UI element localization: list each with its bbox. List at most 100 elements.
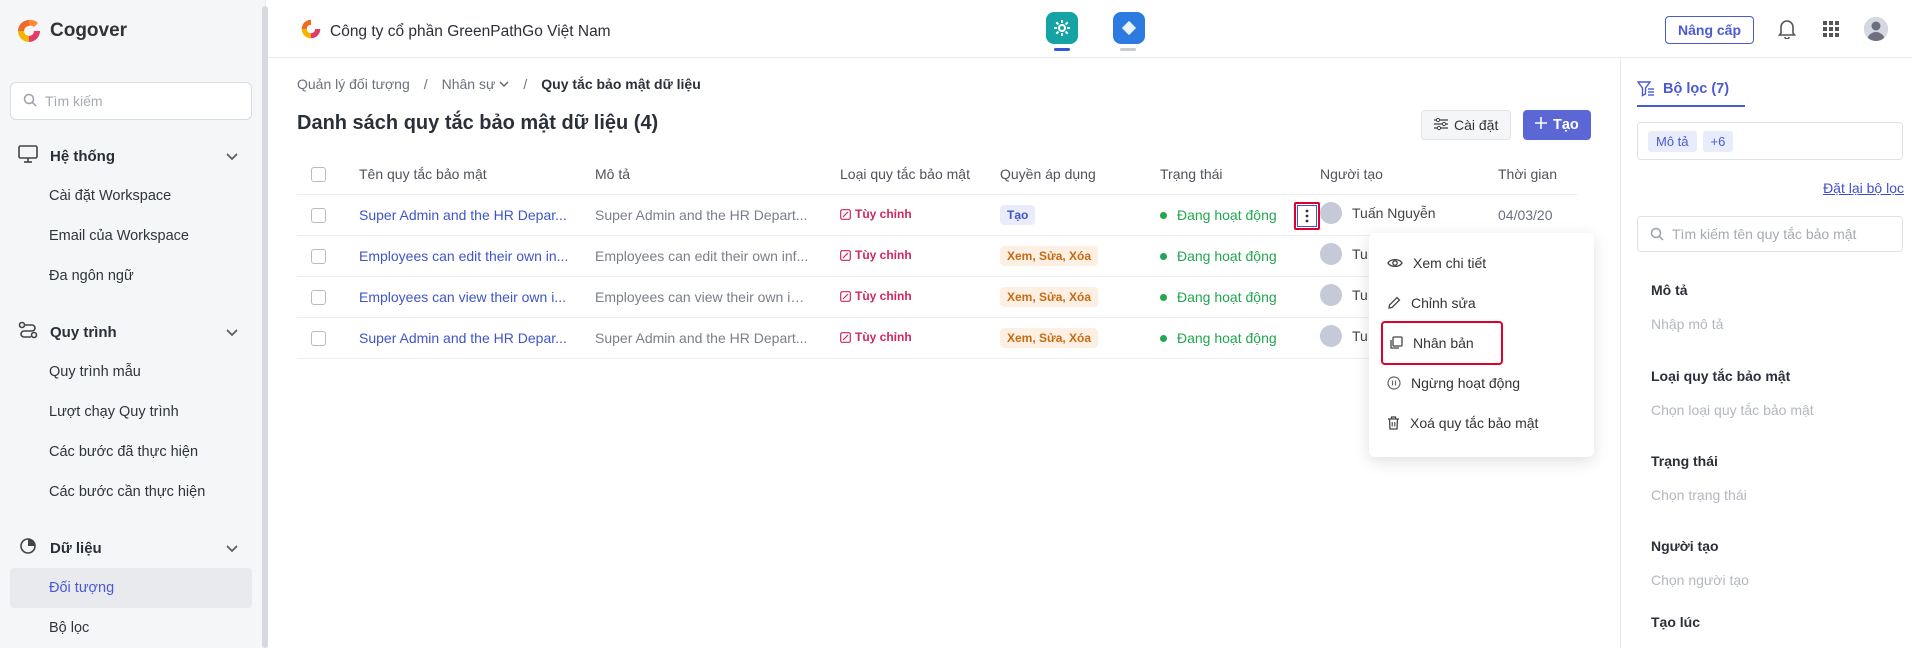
nav-section-system: Hệ thống Cài đặt Workspace Email của Wor… (0, 136, 262, 296)
row-checkbox[interactable] (311, 248, 326, 264)
row-select-cell (297, 317, 359, 359)
row-checkbox[interactable] (311, 207, 326, 223)
column-header-creator[interactable]: Người tạo (1320, 154, 1498, 195)
rule-name-link[interactable]: Super Admin and the HR Depar... (359, 207, 567, 223)
permission-cell: Xem, Sửa, Xóa (1000, 317, 1160, 359)
filter-search[interactable] (1637, 216, 1903, 252)
row-checkbox[interactable] (311, 330, 326, 346)
rule-name-link[interactable]: Super Admin and the HR Depar... (359, 330, 567, 346)
filter-icon (1637, 81, 1654, 97)
filter-select-creator[interactable]: Chọn người tạo (1651, 572, 1749, 588)
apps-grid-icon[interactable] (1820, 18, 1842, 40)
pencil-icon (1388, 296, 1401, 309)
column-header-description[interactable]: Mô tả (595, 154, 840, 195)
creator-name: Tu (1352, 287, 1368, 303)
column-header-permission[interactable]: Quyền áp dụng (1000, 154, 1160, 195)
rule-type-cell: Tùy chỉnh (840, 317, 1000, 359)
page-title: Danh sách quy tắc bảo mật dữ liệu (4) (297, 112, 659, 134)
active-filter-tags[interactable]: Mô tả +6 (1637, 122, 1903, 160)
breadcrumb-item-object-management[interactable]: Quản lý đối tượng (297, 76, 410, 92)
rule-name-link[interactable]: Employees can edit their own in... (359, 248, 568, 264)
filter-tab-label: Bộ lọc (7) (1663, 81, 1730, 97)
rule-type-tag: Tùy chỉnh (840, 330, 912, 344)
creator: Tu (1320, 325, 1368, 347)
menu-item-duplicate[interactable]: Nhân bản (1381, 321, 1503, 365)
status-badge: Đang hoạt động (1160, 207, 1277, 223)
reset-filter-link[interactable]: Đặt lại bộ lọc (1823, 180, 1904, 196)
tab-filter[interactable]: Bộ lọc (7) (1637, 70, 1729, 108)
creator-avatar (1320, 284, 1342, 306)
creator-name: Tu (1352, 328, 1368, 344)
sidebar-item-workspace-email[interactable]: Email của Workspace (0, 216, 262, 256)
chevron-down-icon (499, 81, 509, 87)
upgrade-button[interactable]: Nâng cấp (1665, 16, 1755, 44)
menu-item-view-details[interactable]: Xem chi tiết (1369, 243, 1594, 283)
filter-search-input[interactable] (1672, 226, 1892, 242)
edit-note-icon (840, 208, 851, 220)
nav-section-header[interactable]: Dữ liệu (0, 528, 262, 568)
sidebar-item-steps-done[interactable]: Các bước đã thực hiện (0, 432, 262, 472)
search-icon (23, 93, 37, 110)
sidebar-search[interactable] (10, 82, 252, 120)
rule-name-cell: Super Admin and the HR Depar... (359, 317, 595, 359)
breadcrumb-item-hr[interactable]: Nhân sự (442, 76, 510, 92)
sidebar-item-process-runs[interactable]: Lượt chạy Quy trình (0, 392, 262, 432)
sidebar: Cogover Hệ thống Cài đặt Workspace Email… (0, 0, 268, 648)
settings-app-icon[interactable] (1046, 12, 1078, 44)
table-row[interactable]: Super Admin and the HR Depar... Super Ad… (297, 194, 1577, 236)
sidebar-item-objects[interactable]: Đối tượng (10, 568, 252, 608)
menu-item-label: Xem chi tiết (1413, 255, 1487, 271)
table-header-row: Tên quy tắc bảo mật Mô tả Loại quy tắc b… (297, 154, 1577, 195)
permission-cell: Xem, Sửa, Xóa (1000, 276, 1160, 318)
nav-section-header[interactable]: Hệ thống (0, 136, 262, 176)
sidebar-item-filters[interactable]: Bộ lọc (0, 608, 262, 648)
menu-item-edit[interactable]: Chỉnh sửa (1369, 283, 1594, 323)
rule-type-cell: Tùy chỉnh (840, 194, 1000, 236)
row-actions-button[interactable] (1294, 202, 1320, 230)
row-checkbox[interactable] (311, 289, 326, 305)
sidebar-item-steps-todo[interactable]: Các bước cần thực hiện (0, 472, 262, 512)
create-button[interactable]: Tạo (1523, 110, 1591, 140)
secondary-app-icon[interactable] (1113, 12, 1145, 44)
time-cell: 04/03/20 (1498, 194, 1577, 236)
cogover-logo-icon (16, 18, 42, 44)
sidebar-item-process-templates[interactable]: Quy trình mẫu (0, 352, 262, 392)
settings-button[interactable]: Cài đặt (1421, 110, 1512, 140)
bell-icon[interactable] (1776, 18, 1798, 40)
status-dot (1160, 211, 1167, 219)
creator-avatar (1320, 243, 1342, 265)
creator-name: Tuấn Nguyễn (1352, 205, 1436, 221)
creator-avatar (1320, 202, 1342, 224)
column-header-time[interactable]: Thời gian (1498, 154, 1577, 195)
creator: Tuấn Nguyễn (1320, 202, 1436, 224)
menu-item-delete[interactable]: Xoá quy tắc bảo mật (1369, 403, 1594, 443)
filter-select-type[interactable]: Chọn loại quy tắc bảo mật (1651, 402, 1814, 418)
column-header-type[interactable]: Loại quy tắc bảo mật (840, 154, 1000, 195)
edit-note-icon (840, 290, 851, 302)
company-switcher[interactable]: Công ty cổ phần GreenPathGo Việt Nam (300, 18, 611, 45)
nav-section-header[interactable]: Quy trình (0, 312, 262, 352)
brand[interactable]: Cogover (16, 18, 127, 44)
user-avatar[interactable] (1864, 17, 1888, 41)
status-label: Đang hoạt động (1177, 248, 1277, 265)
sidebar-item-languages[interactable]: Đa ngôn ngữ (0, 256, 262, 296)
sidebar-search-input[interactable] (45, 93, 235, 109)
filter-input-description[interactable]: Nhập mô tả (1651, 316, 1723, 332)
rule-description: Employees can view their own inf... (595, 289, 811, 306)
permission-badge: Tạo (1000, 204, 1036, 225)
select-all-checkbox[interactable] (311, 167, 326, 183)
sidebar-item-workspace-settings[interactable]: Cài đặt Workspace (0, 176, 262, 216)
menu-item-deactivate[interactable]: Ngừng hoạt động (1369, 363, 1594, 403)
chevron-down-icon (226, 148, 238, 165)
row-select-cell (297, 194, 359, 236)
rule-type-tag: Tùy chỉnh (840, 289, 912, 303)
filter-label-creator: Người tạo (1651, 538, 1719, 554)
permission-cell: Tạo (1000, 194, 1160, 236)
filter-tag-more[interactable]: +6 (1702, 130, 1734, 152)
filter-tag[interactable]: Mô tả (1648, 130, 1697, 152)
column-header-name[interactable]: Tên quy tắc bảo mật (359, 154, 595, 195)
rule-name-link[interactable]: Employees can view their own i... (359, 289, 566, 305)
column-header-status[interactable]: Trạng thái (1160, 154, 1320, 195)
nav-section-process: Quy trình Quy trình mẫu Lượt chạy Quy tr… (0, 312, 262, 512)
filter-select-status[interactable]: Chọn trạng thái (1651, 487, 1747, 503)
